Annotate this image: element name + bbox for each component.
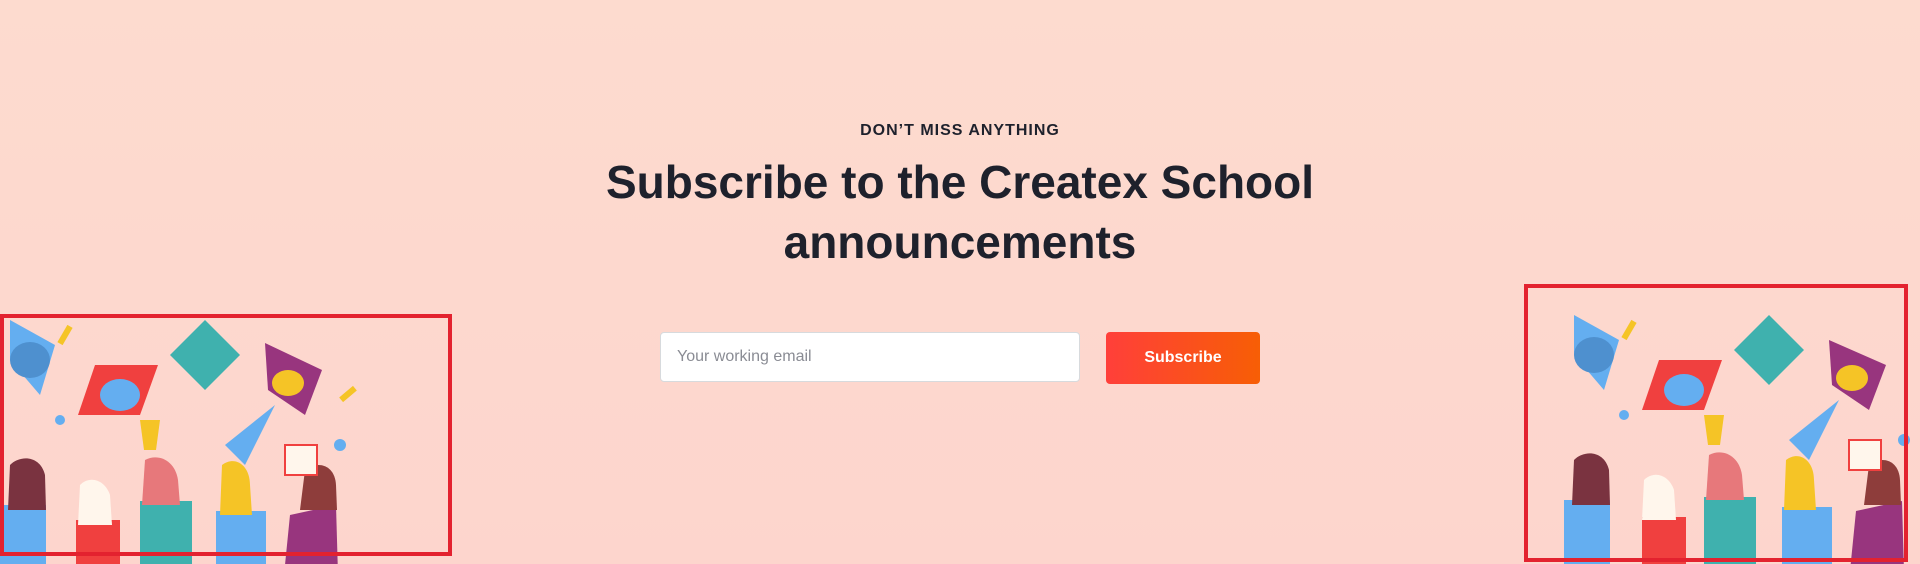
subscribe-button[interactable]: Subscribe	[1106, 332, 1260, 384]
section-title: Subscribe to the Createx School announce…	[605, 156, 1315, 268]
highlight-frame-left	[0, 314, 452, 556]
section-eyebrow: DON’T MISS ANYTHING	[860, 122, 1060, 139]
subscribe-form: Subscribe	[660, 332, 1260, 384]
email-input[interactable]	[660, 332, 1080, 382]
highlight-frame-right	[1524, 284, 1908, 562]
